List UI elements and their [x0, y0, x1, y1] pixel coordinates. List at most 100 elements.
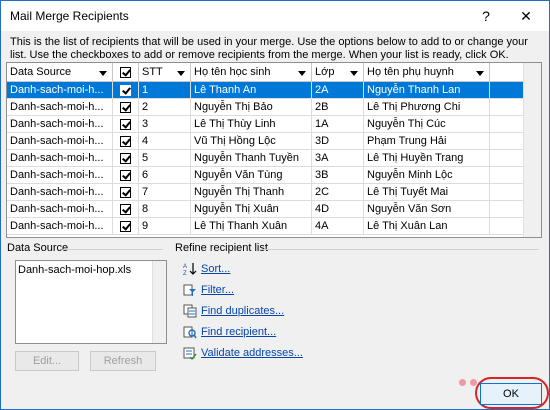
student-name-cell: Lê Thị Thùy Linh [191, 116, 312, 133]
checkbox-cell[interactable] [113, 133, 139, 150]
parent-name-cell: Nguyễn Thị Cúc [364, 116, 490, 133]
validate-icon [183, 346, 197, 361]
include-checkbox[interactable] [120, 220, 131, 232]
find-duplicates-label: Find duplicates... [201, 305, 285, 317]
chevron-down-icon [298, 71, 306, 76]
filter-link[interactable]: Filter... [183, 281, 234, 299]
column-header-checkbox[interactable] [113, 63, 139, 82]
svg-text:A: A [183, 264, 187, 270]
class-cell: 2C [312, 184, 364, 201]
data-source-cell: Danh-sach-moi-h... [7, 218, 113, 235]
table-row[interactable]: Danh-sach-moi-h... 8 Nguyễn Thị Xuân 4D Nguy… [7, 201, 541, 218]
stt-cell: 8 [139, 201, 191, 218]
column-header-student[interactable]: Họ tên học sinh [191, 63, 312, 82]
validate-addresses-label: Validate addresses... [201, 347, 303, 359]
sort-label: Sort... [201, 263, 231, 275]
student-name-cell: Nguyễn Thị Thanh [191, 184, 312, 201]
checkbox-cell[interactable] [113, 116, 139, 133]
column-header-parent[interactable]: Họ tên phụ huynh [364, 63, 490, 82]
divider [63, 249, 163, 250]
data-source-list[interactable]: Danh-sach-moi-hop.xls [15, 260, 167, 344]
data-source-file[interactable]: Danh-sach-moi-hop.xls [18, 264, 131, 276]
include-checkbox[interactable] [120, 169, 131, 181]
table-row[interactable]: Danh-sach-moi-h... 3 Lê Thị Thùy Linh 1A Ngu… [7, 116, 541, 133]
include-checkbox[interactable] [120, 118, 131, 130]
include-checkbox[interactable] [120, 101, 131, 113]
stt-cell: 1 [139, 82, 191, 99]
table-row[interactable]: Danh-sach-moi-h... 5 Nguyễn Thanh Tuyền 3A L… [7, 150, 541, 167]
data-source-scrollbar[interactable] [152, 261, 166, 343]
edit-button[interactable]: Edit... [15, 351, 79, 371]
checkbox-cell[interactable] [113, 167, 139, 184]
parent-name-cell: Nguyễn Văn Sơn [364, 201, 490, 218]
parent-name-cell: Lê Thị Huyền Trang [364, 150, 490, 167]
parent-name-cell: Lê Thị Phương Chi [364, 99, 490, 116]
svg-text:Z: Z [183, 271, 187, 276]
column-header-label: Họ tên học sinh [194, 66, 271, 78]
checkbox-cell[interactable] [113, 99, 139, 116]
highlight-dot [459, 379, 466, 386]
include-checkbox[interactable] [120, 135, 131, 147]
table-row[interactable]: Danh-sach-moi-h... 4 Vũ Thị Hồng Lộc 3D Phạm… [7, 133, 541, 150]
student-name-cell: Nguyễn Văn Tùng [191, 167, 312, 184]
mail-merge-dialog: Mail Merge Recipients ? ✕ This is the li… [0, 0, 550, 410]
table-row[interactable]: Danh-sach-moi-h... 2 Nguyễn Thị Bảo 2B Lê Th… [7, 99, 541, 116]
checkbox-cell[interactable] [113, 184, 139, 201]
column-header-label: Lớp [315, 66, 335, 78]
divider [259, 249, 539, 250]
stt-cell: 7 [139, 184, 191, 201]
checkbox-cell[interactable] [113, 218, 139, 235]
table-row[interactable]: Danh-sach-moi-h... 1 Lê Thanh An 2A Nguyễn T… [7, 82, 541, 99]
data-source-cell: Danh-sach-moi-h... [7, 201, 113, 218]
column-header-data-source[interactable]: Data Source [7, 63, 113, 82]
column-header-label: STT [142, 66, 163, 78]
parent-name-cell: Nguyễn Thanh Lan [364, 82, 490, 99]
chevron-down-icon [177, 71, 185, 76]
recipients-grid: Data Source STT Họ tên học sinh Lớp Họ t… [6, 62, 542, 238]
parent-name-cell: Phạm Trung Hải [364, 133, 490, 150]
checkbox-cell[interactable] [113, 150, 139, 167]
filter-icon [183, 283, 197, 297]
find-recipient-link[interactable]: Find recipient... [183, 323, 276, 341]
include-checkbox[interactable] [120, 84, 131, 96]
parent-name-cell: Lê Thị Xuân Lan [364, 218, 490, 235]
table-row[interactable]: Danh-sach-moi-h... 6 Nguyễn Văn Tùng 3B Nguy… [7, 167, 541, 184]
chevron-down-icon [476, 71, 484, 76]
validate-addresses-link[interactable]: Validate addresses... [183, 344, 303, 362]
grid-scrollbar[interactable] [523, 63, 541, 237]
student-name-cell: Lê Thị Thanh Xuân [191, 218, 312, 235]
checkbox-cell[interactable] [113, 82, 139, 99]
column-header-label: Họ tên phụ huynh [367, 66, 454, 78]
checkbox-cell[interactable] [113, 201, 139, 218]
refresh-button[interactable]: Refresh [90, 351, 156, 371]
data-source-cell: Danh-sach-moi-h... [7, 150, 113, 167]
include-checkbox[interactable] [120, 152, 131, 164]
parent-name-cell: Lê Thị Tuyết Mai [364, 184, 490, 201]
find-duplicates-link[interactable]: Find duplicates... [183, 302, 284, 320]
column-header-class[interactable]: Lớp [312, 63, 364, 82]
class-cell: 3D [312, 133, 364, 150]
student-name-cell: Nguyễn Thị Bảo [191, 99, 312, 116]
stt-cell: 6 [139, 167, 191, 184]
include-checkbox[interactable] [120, 203, 131, 215]
select-all-checkbox[interactable] [120, 66, 131, 78]
close-button[interactable]: ✕ [511, 6, 541, 26]
sort-link[interactable]: AZ Sort... [183, 260, 230, 278]
help-button[interactable]: ? [477, 6, 495, 26]
class-cell: 1A [312, 116, 364, 133]
table-row[interactable]: Danh-sach-moi-h... 9 Lê Thị Thanh Xuân 4A Lê… [7, 218, 541, 235]
filter-label: Filter... [201, 284, 235, 296]
chevron-down-icon [350, 71, 358, 76]
title-bar: Mail Merge Recipients ? ✕ [1, 1, 549, 31]
student-name-cell: Vũ Thị Hồng Lộc [191, 133, 312, 150]
data-source-cell: Danh-sach-moi-h... [7, 116, 113, 133]
table-row[interactable]: Danh-sach-moi-h... 7 Nguyễn Thị Thanh 2C Lê … [7, 184, 541, 201]
data-source-label: Data Source [7, 242, 69, 254]
student-name-cell: Nguyễn Thị Xuân [191, 201, 312, 218]
column-header-stt[interactable]: STT [139, 63, 191, 82]
student-name-cell: Nguyễn Thanh Tuyền [191, 150, 312, 167]
include-checkbox[interactable] [120, 186, 131, 198]
class-cell: 4D [312, 201, 364, 218]
ok-button[interactable]: OK [480, 383, 542, 405]
stt-cell: 4 [139, 133, 191, 150]
